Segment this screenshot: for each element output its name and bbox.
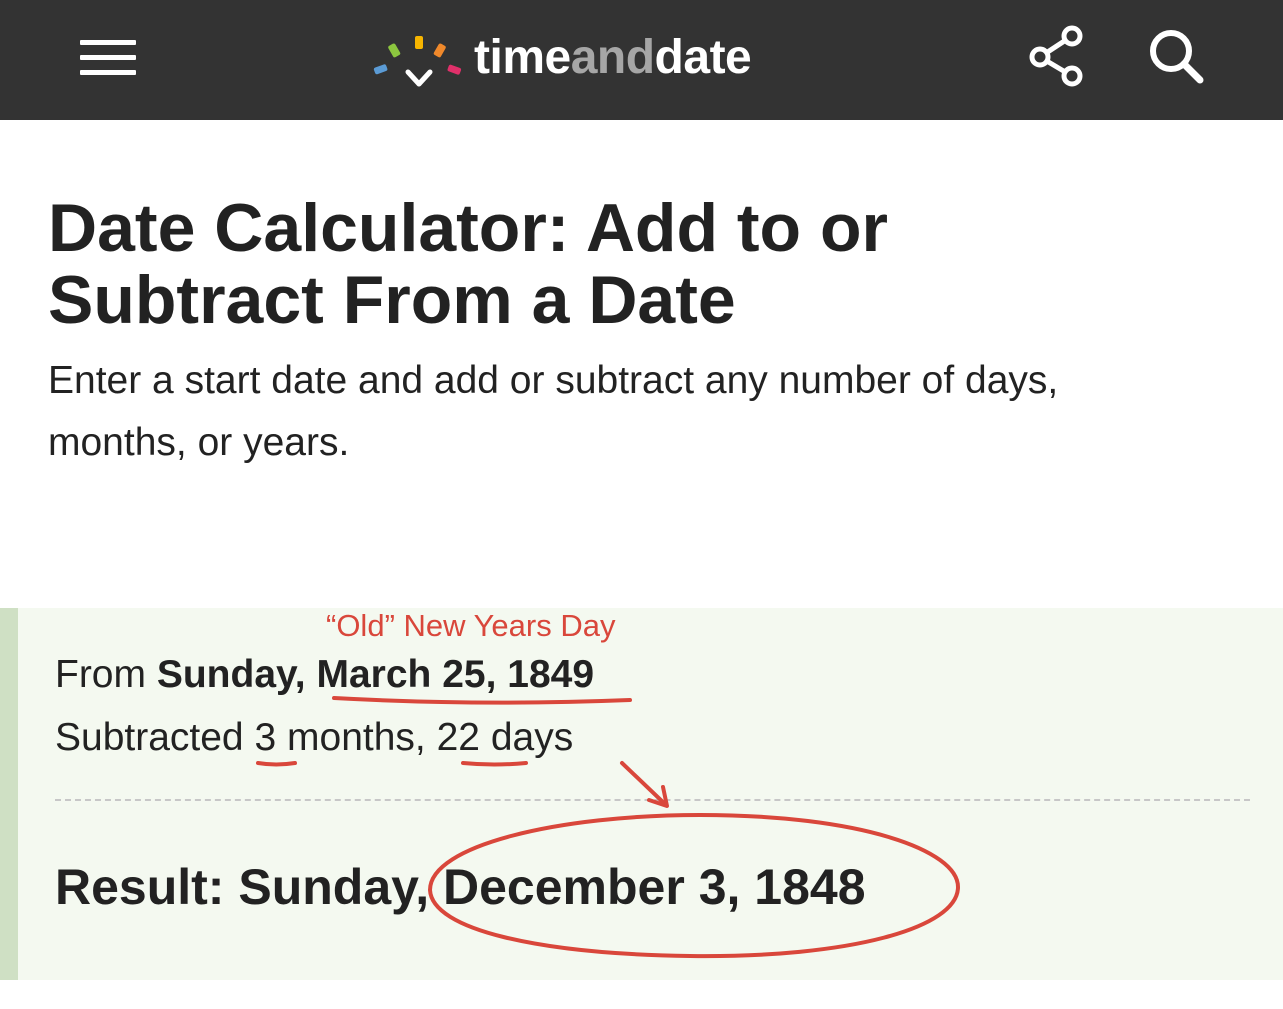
days-unit: days	[490, 716, 574, 759]
months-value: 3	[254, 716, 277, 759]
page-title: Date Calculator: Add to or Subtract From…	[48, 192, 1228, 336]
from-weekday: Sunday,	[156, 653, 306, 696]
page-description-line-2: months, or years.	[48, 421, 350, 464]
hamburger-menu-icon[interactable]	[80, 38, 136, 78]
dashed-divider	[55, 799, 1250, 801]
days-value: 22	[436, 716, 480, 759]
result-text: Result: Sunday, December 3, 1848	[55, 859, 866, 915]
subtracted-line: Subtracted 3 months, 22 days	[55, 715, 573, 761]
logo-word-and: and	[570, 31, 655, 84]
logo-word-date: date	[654, 31, 752, 84]
logo-mark-icon	[373, 36, 462, 87]
from-date: March 25, 1849	[316, 653, 595, 696]
share-icon[interactable]	[1024, 24, 1088, 88]
page-title-line-2: Subtract From a Date	[48, 262, 736, 338]
annotation-old-new-years-label: “Old” New Years Day	[326, 608, 616, 643]
from-date-line: From Sunday, March 25, 1849	[55, 652, 594, 698]
page-title-line-1: Date Calculator: Add to or	[48, 190, 888, 266]
search-icon[interactable]	[1144, 24, 1208, 88]
subtracted-prefix: Subtracted	[55, 716, 244, 759]
from-prefix: From	[55, 653, 146, 696]
top-navigation-bar: timeanddate	[0, 0, 1283, 120]
result-accent-bar	[0, 608, 18, 980]
logo-wordmark: timeanddate	[474, 31, 752, 84]
page-description-line-1: Enter a start date and add or subtract a…	[48, 359, 1059, 402]
site-logo[interactable]: timeanddate	[372, 28, 752, 92]
logo-word-time: time	[474, 31, 571, 84]
result-panel: From Sunday, March 25, 1849 Subtracted 3…	[0, 608, 1283, 980]
months-unit: months,	[287, 716, 426, 759]
page-description: Enter a start date and add or subtract a…	[48, 350, 1228, 474]
